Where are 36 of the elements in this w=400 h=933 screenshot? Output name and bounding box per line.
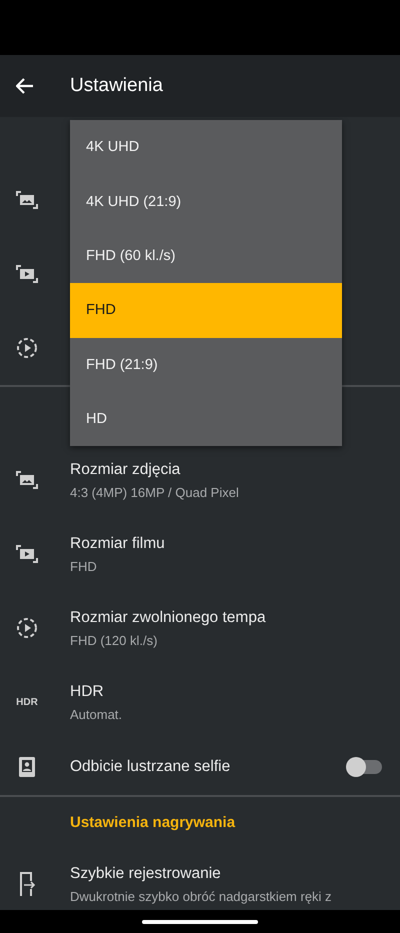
- setting-title: Odbicie lustrzane selfie: [70, 758, 232, 776]
- setting-row[interactable]: HDR HDR Automat.: [0, 665, 400, 739]
- slow-motion-icon: [16, 337, 38, 359]
- video-size-icon: [16, 265, 38, 283]
- toggle-switch[interactable]: [348, 760, 382, 774]
- menu-option[interactable]: FHD (60 kl./s): [70, 228, 342, 284]
- setting-value: FHD: [70, 558, 98, 574]
- home-handle[interactable]: [142, 920, 258, 924]
- setting-value: FHD (120 kl./s): [70, 632, 158, 648]
- menu-option[interactable]: FHD (21:9): [70, 338, 342, 392]
- menu-option[interactable]: FHD: [70, 283, 342, 338]
- phone-rotate-icon: [18, 872, 36, 896]
- slow-motion-icon: [16, 617, 38, 639]
- setting-title: Rozmiar filmu: [70, 534, 166, 552]
- setting-value: Automat.: [70, 706, 124, 722]
- setting-title: Rozmiar zwolnionego tempa: [70, 608, 267, 626]
- section-header: Ustawienia nagrywania: [70, 814, 236, 830]
- photo-size-icon: [16, 191, 38, 209]
- screen-title: Ustawienia: [70, 75, 163, 97]
- setting-row[interactable]: Odbicie lustrzane selfie: [0, 739, 400, 795]
- back-button[interactable]: [15, 76, 35, 96]
- selfie-icon: [19, 757, 35, 777]
- menu-option[interactable]: 4K UHD: [70, 120, 342, 174]
- hdr-icon: HDR: [16, 696, 38, 708]
- photo-size-icon: [16, 471, 38, 489]
- setting-title: HDR: [70, 682, 105, 700]
- setting-value: 4:3 (4MP) 16MP / Quad Pixel: [70, 484, 240, 500]
- video-size-icon: [16, 545, 38, 563]
- back-arrow-icon: [16, 78, 34, 94]
- setting-value: Dwukrotnie szybko obróć nadgarstkiem ręki z: [70, 888, 333, 904]
- setting-row[interactable]: Szybkie rejestrowanie Dwukrotnie szybko obróć nadgarstkiem ręki z: [0, 847, 400, 910]
- menu-option[interactable]: 4K UHD (21:9): [70, 174, 342, 229]
- setting-title: Szybkie rejestrowanie: [70, 864, 222, 882]
- setting-title: Rozmiar zdjęcia: [70, 460, 182, 478]
- setting-row[interactable]: Rozmiar zwolnionego tempa FHD (120 kl./s): [0, 591, 400, 665]
- setting-row[interactable]: Rozmiar filmu FHD: [0, 517, 400, 591]
